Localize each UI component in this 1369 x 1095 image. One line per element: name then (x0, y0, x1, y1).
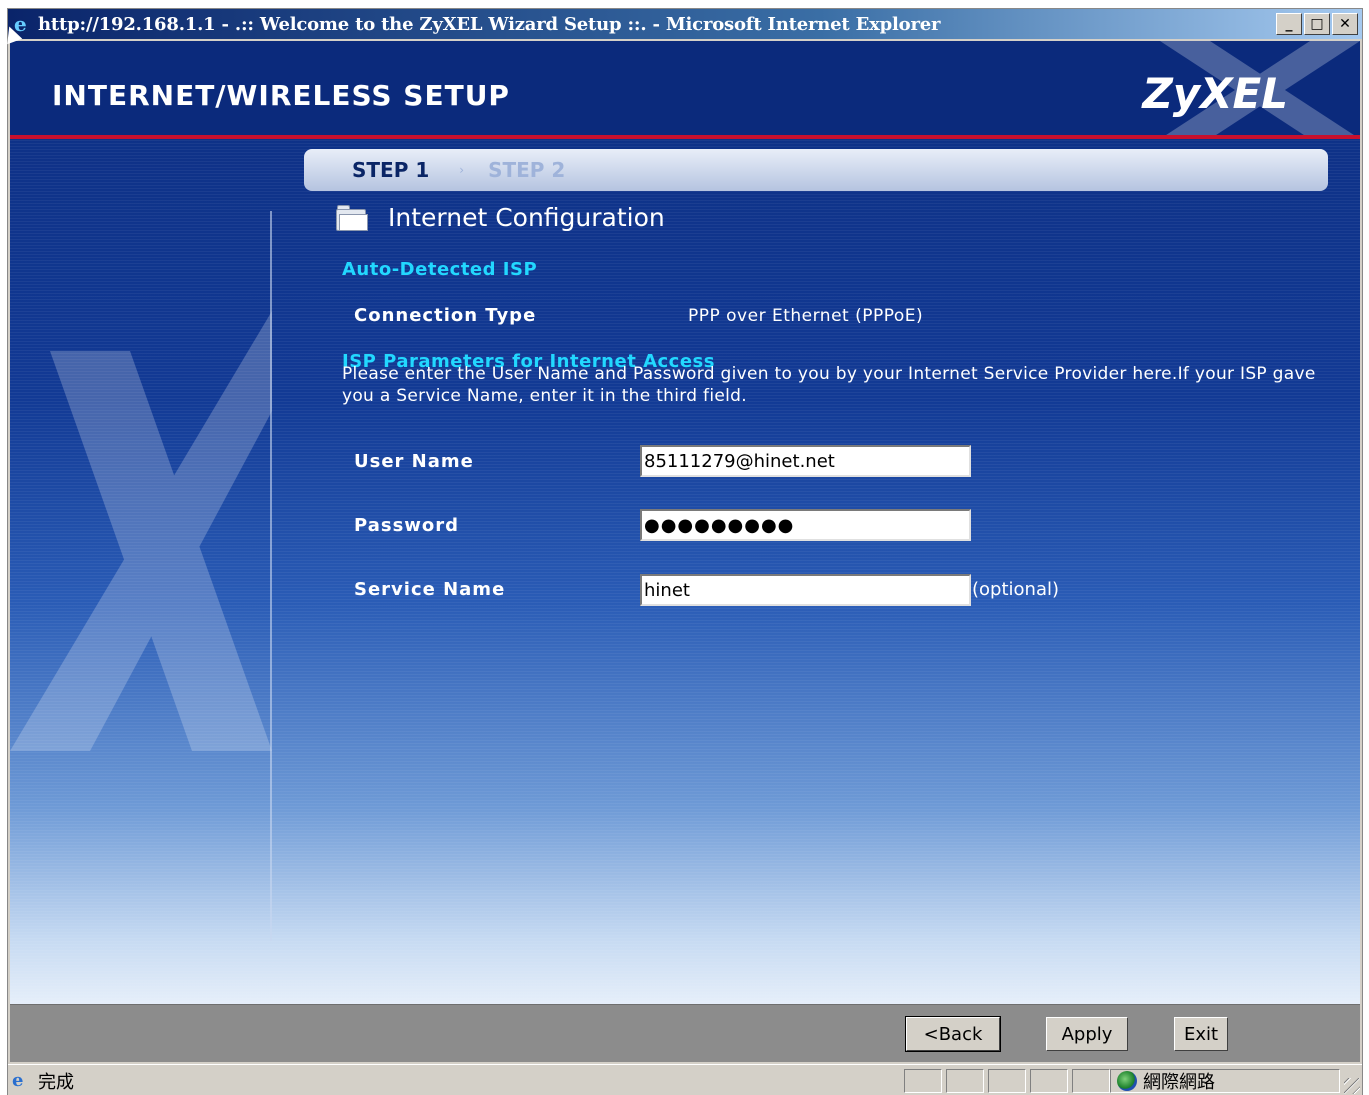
security-zone: 網際網路 (1110, 1069, 1340, 1093)
left-x-decoration-icon (10, 311, 272, 751)
apply-button[interactable]: Apply (1046, 1017, 1128, 1051)
status-cell (1030, 1069, 1068, 1093)
status-cell (946, 1069, 984, 1093)
setup-header: INTERNET/WIRELESS SETUP ZyXEL (10, 41, 1360, 139)
page-viewport: INTERNET/WIRELESS SETUP ZyXEL STEP 1 › S… (10, 41, 1360, 1062)
button-bar: <Back Apply Exit (10, 1004, 1360, 1062)
section-heading: Internet Configuration (336, 203, 665, 232)
step-1-label: STEP 1 (352, 158, 430, 182)
close-button[interactable]: ✕ (1332, 13, 1358, 35)
user-name-input[interactable] (640, 445, 971, 477)
back-button[interactable]: <Back (905, 1016, 1001, 1052)
service-name-input[interactable] (640, 574, 971, 606)
window-title: http://192.168.1.1 - .:: Welcome to the … (38, 13, 941, 35)
step-arrow-icon: › (459, 163, 465, 177)
status-cell (904, 1069, 942, 1093)
optional-note: (optional) (972, 579, 1059, 600)
isp-params-description: Please enter the User Name and Password … (342, 364, 1316, 406)
globe-icon (1117, 1071, 1137, 1091)
status-text: 完成 (38, 1071, 74, 1093)
zone-label: 網際網路 (1143, 1072, 1215, 1093)
password-label: Password (354, 515, 460, 536)
password-input[interactable] (640, 509, 971, 541)
folder-icon (336, 204, 368, 231)
status-cell (1072, 1069, 1110, 1093)
service-name-label: Service Name (354, 579, 506, 600)
zyxel-logo: ZyXEL (1142, 69, 1288, 118)
maximize-button[interactable]: □ (1304, 13, 1330, 35)
minimize-button[interactable]: _ (1276, 13, 1302, 35)
page-done-icon: e (12, 1069, 24, 1091)
browser-window: e http://192.168.1.1 - .:: Welcome to th… (7, 8, 1363, 1095)
step-indicator: STEP 1 › STEP 2 (304, 149, 1328, 191)
status-bar: e 完成 網際網路 (8, 1064, 1362, 1095)
connection-type-value: PPP over Ethernet (PPPoE) (688, 306, 924, 326)
step-2-label: STEP 2 (488, 158, 566, 182)
resize-grip-icon[interactable] (1344, 1078, 1360, 1094)
auto-detected-heading: Auto-Detected ISP (342, 259, 538, 280)
exit-button[interactable]: Exit (1174, 1017, 1228, 1051)
status-cell (988, 1069, 1026, 1093)
section-title: Internet Configuration (388, 203, 665, 232)
divider-line (270, 211, 272, 941)
connection-type-label: Connection Type (354, 305, 537, 326)
user-name-label: User Name (354, 451, 474, 472)
title-bar[interactable]: e http://192.168.1.1 - .:: Welcome to th… (8, 9, 1362, 39)
window-controls: _ □ ✕ (1276, 13, 1358, 35)
page-title: INTERNET/WIRELESS SETUP (52, 79, 510, 112)
